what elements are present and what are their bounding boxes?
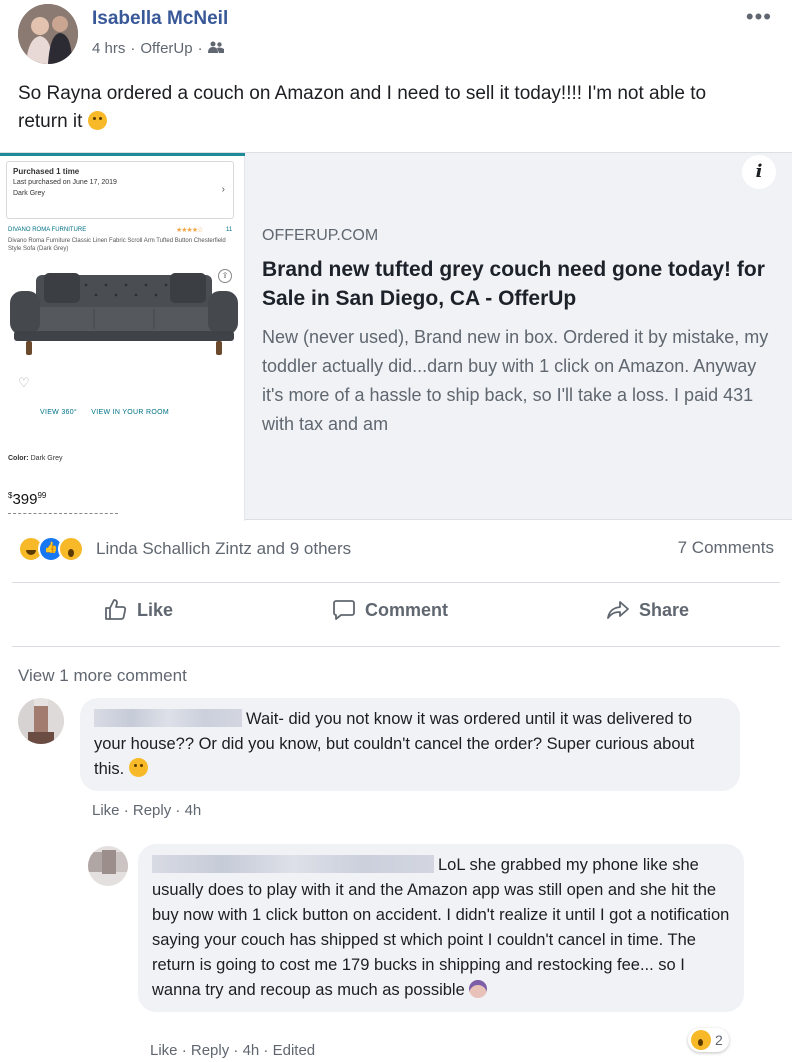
product-color: Color: Dark Grey xyxy=(8,455,63,462)
comment-reply-link[interactable]: Reply xyxy=(133,802,171,819)
grinning-emoji xyxy=(128,758,148,777)
thumbnail-accent-bar xyxy=(0,153,245,156)
link-description: New (never used), Brand new in box. Orde… xyxy=(262,327,769,434)
share-button[interactable]: Share xyxy=(606,598,689,622)
author-avatar[interactable] xyxy=(18,4,78,64)
heart-icon: ♡ xyxy=(18,375,30,390)
share-arrow-icon xyxy=(607,601,629,619)
like-button[interactable]: Like xyxy=(104,598,173,622)
wow-reaction-icon xyxy=(691,1030,711,1050)
reply-actions: Like · Reply · 4h · Edited xyxy=(150,1042,316,1059)
reactions-summary[interactable]: Linda Schallich Zintz and 9 others xyxy=(18,534,351,564)
reply-time[interactable]: 4h xyxy=(243,1042,260,1059)
thumbs-up-icon xyxy=(105,599,127,620)
friends-icon[interactable] xyxy=(207,40,224,57)
post-via[interactable]: OfferUp xyxy=(140,40,192,57)
reply-reply-link[interactable]: Reply xyxy=(191,1042,229,1059)
reply-like-link[interactable]: Like xyxy=(150,1042,178,1059)
divider xyxy=(12,646,780,647)
cropped-line xyxy=(8,513,118,516)
comment-time[interactable]: 4h xyxy=(185,802,202,819)
comment-like-link[interactable]: Like xyxy=(92,802,120,819)
post-time[interactable]: 4 hrs xyxy=(92,40,125,57)
confused-emoji xyxy=(87,111,107,130)
post-actions: Like Comment Share xyxy=(0,590,792,634)
reply-text: LoL she grabbed my phone like she usuall… xyxy=(152,856,730,999)
link-domain: OFFERUP.COM xyxy=(262,227,379,244)
view-links: VIEW 360° VIEW IN YOUR ROOM xyxy=(40,409,169,416)
link-thumbnail: Purchased 1 time Last purchased on June … xyxy=(0,153,245,521)
comment-button[interactable]: Comment xyxy=(332,598,448,622)
link-preview[interactable]: Purchased 1 time Last purchased on June … xyxy=(0,152,792,521)
author-name[interactable]: Isabella McNeil xyxy=(92,8,228,30)
comment-actions: Like · Reply · 4h xyxy=(92,802,202,819)
comment-icon xyxy=(333,600,355,620)
purchase-history-box: Purchased 1 time Last purchased on June … xyxy=(6,161,234,219)
reaction-names[interactable]: Linda Schallich Zintz and 9 others xyxy=(96,539,351,559)
comment-bubble: Wait- did you not know it was ordered un… xyxy=(80,698,740,791)
reply-bubble: LoL she grabbed my phone like she usuall… xyxy=(138,844,744,1012)
person-emoji xyxy=(469,980,488,998)
comment-reaction-count[interactable]: 2 xyxy=(688,1028,729,1052)
comments-count[interactable]: 7 Comments xyxy=(678,538,774,558)
divider xyxy=(12,582,780,583)
chevron-right-icon: › xyxy=(221,184,225,195)
commenter-avatar[interactable] xyxy=(88,846,128,886)
product-brand: DIVANO ROMA FURNITURE xyxy=(8,227,87,233)
ellipsis-icon[interactable]: ••• xyxy=(746,4,772,30)
star-rating-icon: ★★★★☆ xyxy=(176,227,203,234)
product-description: Divano Roma Furniture Classic Linen Fabr… xyxy=(8,238,226,252)
post-meta: 4 hrs · OfferUp · xyxy=(92,40,224,57)
wow-reaction-icon xyxy=(58,536,84,562)
couch-image xyxy=(10,273,238,355)
commenter-avatar[interactable] xyxy=(18,698,64,744)
view-more-comments[interactable]: View 1 more comment xyxy=(18,666,187,686)
product-price: $39999 xyxy=(8,491,47,508)
post-text: So Rayna ordered a couch on Amazon and I… xyxy=(18,83,707,132)
edited-label[interactable]: Edited xyxy=(273,1042,316,1059)
commenter-name[interactable] xyxy=(152,855,434,873)
info-icon[interactable]: i xyxy=(742,155,776,189)
link-title[interactable]: Brand new tufted grey couch need gone to… xyxy=(262,255,772,313)
post-header: Isabella McNeil 4 hrs · OfferUp · ••• xyxy=(0,0,792,70)
commenter-name[interactable] xyxy=(94,709,242,727)
